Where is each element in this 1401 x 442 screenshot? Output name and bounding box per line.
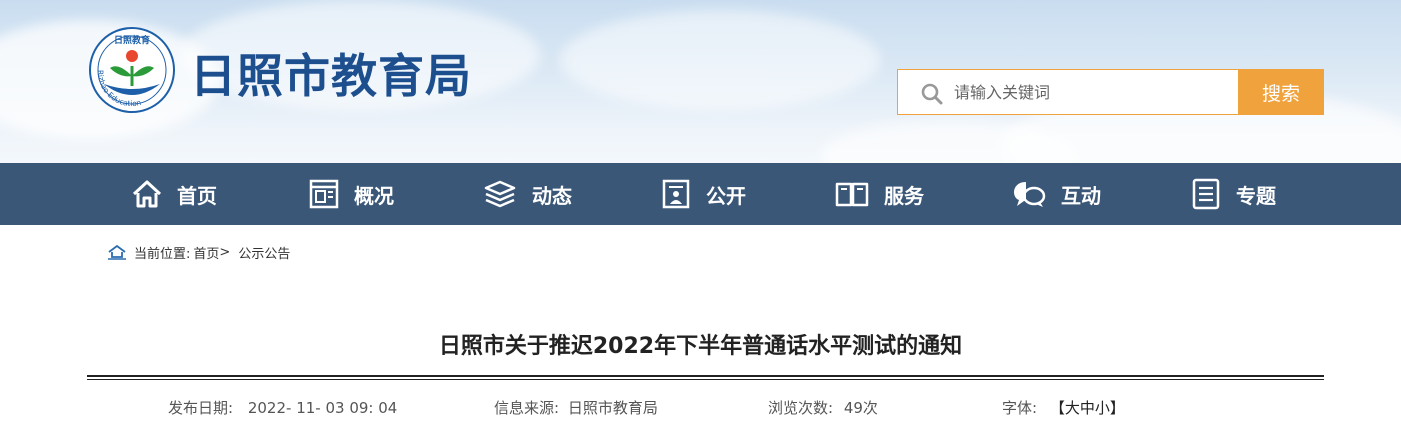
publish-date: 发布日期: 2022- 11- 03 09: 04 bbox=[168, 397, 397, 419]
font-size-medium[interactable]: 中 bbox=[1080, 399, 1095, 417]
publish-date-value: 2022- 11- 03 09: 04 bbox=[247, 399, 398, 417]
notes-icon bbox=[1192, 178, 1220, 210]
search-input[interactable] bbox=[954, 70, 1234, 114]
font-size-large[interactable]: 大 bbox=[1065, 399, 1080, 417]
nav-item-label: 概况 bbox=[354, 183, 394, 208]
view-count-label: 浏览次数: bbox=[768, 399, 834, 417]
font-size-bracket-open: 【 bbox=[1049, 399, 1065, 417]
main-nav: 首页 概况 动态 公开 服务 互动 专题 bbox=[0, 163, 1401, 225]
font-size-small[interactable]: 小 bbox=[1095, 399, 1110, 417]
breadcrumb-prefix: 当前位置: bbox=[134, 246, 191, 262]
view-count: 浏览次数: 49次 bbox=[768, 397, 878, 419]
nav-item-service[interactable]: 服务 bbox=[834, 163, 924, 225]
nav-item-overview[interactable]: 概况 bbox=[308, 163, 394, 225]
nav-item-public[interactable]: 公开 bbox=[660, 163, 746, 225]
info-source-label: 信息来源: bbox=[494, 399, 560, 417]
nav-item-interact[interactable]: 互动 bbox=[1011, 163, 1101, 225]
nav-item-label: 公开 bbox=[706, 183, 746, 208]
banner-cloud bbox=[560, 10, 880, 110]
window-icon bbox=[309, 179, 339, 209]
document-person-icon bbox=[662, 179, 690, 209]
search-button[interactable]: 搜索 bbox=[1238, 69, 1324, 115]
nav-item-label: 互动 bbox=[1061, 183, 1101, 208]
breadcrumb: 当前位置: 首页 > 公示公告 bbox=[108, 241, 290, 263]
nav-item-home[interactable]: 首页 bbox=[131, 163, 217, 225]
logo-top-text: 日照教育 bbox=[114, 34, 150, 46]
breadcrumb-separator: > bbox=[219, 244, 231, 260]
breadcrumb-current-link[interactable]: 公示公告 bbox=[238, 243, 290, 262]
nav-item-label: 首页 bbox=[177, 183, 217, 208]
site-logo[interactable]: 日照教育 Rizhao Education bbox=[88, 26, 176, 114]
article-title: 日照市关于推迟2022年下半年普通话水平测试的通知 bbox=[438, 334, 963, 359]
nav-item-label: 服务 bbox=[884, 183, 924, 208]
nav-item-topics[interactable]: 专题 bbox=[1190, 163, 1276, 225]
title-divider bbox=[87, 375, 1324, 377]
nav-item-news[interactable]: 动态 bbox=[482, 163, 572, 225]
font-size-label: 字体: bbox=[1002, 399, 1038, 417]
book-icon bbox=[835, 182, 869, 207]
home-icon bbox=[108, 244, 126, 260]
nav-item-label: 动态 bbox=[532, 183, 572, 208]
view-count-value: 49次 bbox=[843, 399, 878, 417]
header-banner: 日照教育 Rizhao Education 日照市教育局 搜索 bbox=[0, 0, 1401, 163]
title-divider bbox=[87, 379, 1324, 380]
font-size-control: 字体: 【大中小】 bbox=[1002, 397, 1125, 419]
home-icon bbox=[132, 180, 162, 208]
info-source-value: 日照市教育局 bbox=[567, 399, 658, 417]
breadcrumb-home-link[interactable]: 首页 bbox=[193, 243, 219, 262]
search-box bbox=[897, 69, 1239, 115]
publish-date-label: 发布日期: bbox=[168, 399, 234, 417]
info-source: 信息来源: 日照市教育局 bbox=[494, 397, 658, 419]
nav-item-label: 专题 bbox=[1236, 183, 1276, 208]
chat-bubbles-icon bbox=[1014, 182, 1046, 207]
font-size-options: 【大中小】 bbox=[1050, 399, 1125, 417]
layers-icon bbox=[484, 180, 516, 208]
font-size-bracket-close: 】 bbox=[1109, 399, 1125, 417]
search-icon bbox=[921, 83, 943, 105]
site-title: 日照市教育局 bbox=[190, 49, 472, 103]
